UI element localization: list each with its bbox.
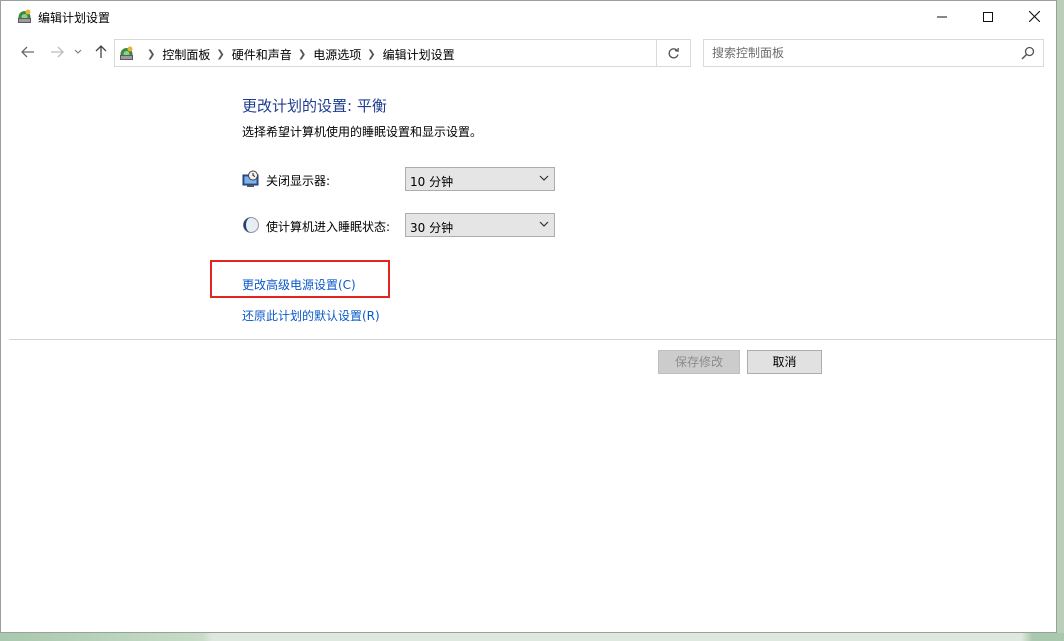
navigation-bar: ❯ 控制面板 ❯ 硬件和声音 ❯ 电源选项 ❯ 编辑计划设置 — [1, 35, 1056, 69]
chevron-right-icon[interactable]: ❯ — [298, 49, 306, 60]
page-title: 更改计划的设置: 平衡 — [242, 97, 387, 115]
arrow-left-icon — [21, 46, 34, 58]
back-button[interactable] — [18, 41, 38, 63]
arrow-up-icon — [95, 45, 107, 58]
maximize-icon — [983, 11, 993, 22]
search-icon[interactable] — [1021, 46, 1035, 60]
refresh-icon — [668, 47, 679, 58]
refresh-button[interactable] — [657, 39, 691, 67]
control-panel-icon — [18, 9, 31, 23]
sleep-label: 使计算机进入睡眠状态: — [266, 220, 391, 234]
close-icon — [1028, 11, 1040, 22]
desktop-background — [0, 633, 1064, 641]
restore-defaults-link[interactable]: 还原此计划的默认设置(R) — [242, 307, 380, 324]
breadcrumb-edit-plan[interactable]: 编辑计划设置 — [383, 46, 455, 63]
control-panel-icon — [120, 46, 133, 60]
breadcrumb-power-options[interactable]: 电源选项 — [313, 46, 361, 63]
search-input[interactable] — [704, 40, 1014, 66]
save-changes-button[interactable]: 保存修改 — [658, 350, 740, 374]
setting-row-display-off: 关闭显示器: 10 分钟 — [242, 167, 562, 191]
display-timer-icon — [242, 170, 259, 187]
breadcrumb-control-panel[interactable]: 控制面板 — [162, 46, 210, 63]
control-panel-window: 编辑计划设置 ❯ 控制面板 ❯ 硬件和声音 ❯ 电源选项 ❯ 编辑计划设置 搜索… — [0, 0, 1057, 633]
display-off-value: 10 分钟 — [410, 175, 454, 189]
breadcrumb: ❯ 控制面板 ❯ 硬件和声音 ❯ 电源选项 ❯ 编辑计划设置 — [141, 46, 455, 63]
setting-row-sleep: 使计算机进入睡眠状态: 30 分钟 — [242, 213, 562, 237]
chevron-right-icon[interactable]: ❯ — [216, 49, 224, 60]
recent-locations-button[interactable] — [71, 41, 85, 63]
display-off-label: 关闭显示器: — [266, 174, 331, 188]
maximize-button[interactable] — [965, 1, 1011, 32]
search-box — [703, 39, 1044, 67]
window-title: 编辑计划设置 — [38, 11, 111, 25]
breadcrumb-hardware-sound[interactable]: 硬件和声音 — [232, 46, 292, 63]
advanced-power-settings-link[interactable]: 更改高级电源设置(C) — [242, 276, 356, 293]
moon-sleep-icon — [243, 217, 259, 233]
arrow-right-icon — [51, 46, 64, 58]
title-bar: 编辑计划设置 — [1, 1, 1056, 32]
page-description: 选择希望计算机使用的睡眠设置和显示设置。 — [242, 125, 483, 139]
sleep-value: 30 分钟 — [410, 221, 454, 235]
up-button[interactable] — [91, 41, 111, 63]
chevron-right-icon: ❯ — [147, 49, 156, 60]
cancel-button[interactable]: 取消 — [747, 350, 822, 374]
sleep-select[interactable]: 30 分钟 — [405, 213, 555, 237]
chevron-down-icon — [539, 175, 549, 181]
chevron-right-icon[interactable]: ❯ — [367, 49, 375, 60]
chevron-down-icon — [74, 49, 82, 54]
minimize-icon — [937, 16, 947, 17]
forward-button[interactable] — [47, 41, 67, 63]
chevron-down-icon — [539, 221, 549, 227]
address-bar[interactable]: ❯ 控制面板 ❯ 硬件和声音 ❯ 电源选项 ❯ 编辑计划设置 — [114, 39, 760, 67]
minimize-button[interactable] — [919, 1, 965, 32]
display-off-select[interactable]: 10 分钟 — [405, 167, 555, 191]
close-button[interactable] — [1011, 1, 1057, 32]
divider — [9, 339, 1056, 340]
